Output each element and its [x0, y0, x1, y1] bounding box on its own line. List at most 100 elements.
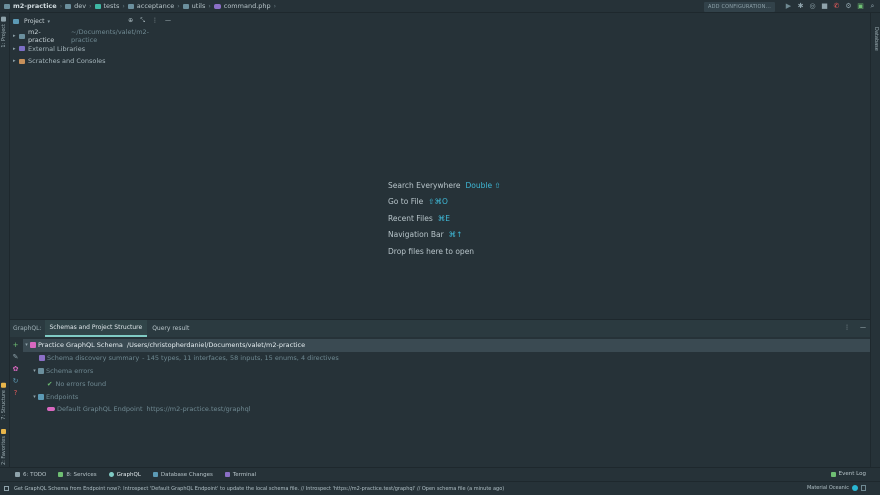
graphql-schema-tree: ▾ Practice GraphQL Schema /Users/christo… [23, 339, 870, 416]
php-file-icon [213, 3, 221, 9]
tree-item-endpoint[interactable]: Default GraphQL Endpoint https://m2-prac… [23, 403, 870, 416]
options-icon[interactable]: ⋮ [152, 17, 158, 25]
graphql-config-icon[interactable]: ✿ [12, 366, 19, 373]
tab-services[interactable]: 8: Services [58, 472, 97, 478]
navigation-bar: m2-practice › dev › tests › acceptance › uti… [0, 0, 880, 13]
scratches-icon [19, 58, 25, 64]
project-view-selector[interactable]: Project [24, 18, 45, 25]
theme-indicator[interactable]: Material Oceanic [807, 485, 866, 491]
options-icon[interactable]: ⋮ [844, 324, 850, 331]
tree-item-schema-errors[interactable]: ▾ Schema errors [23, 365, 870, 378]
project-tool-tab[interactable]: 1: Project [1, 17, 7, 48]
tree-item-discovery-summary[interactable]: Schema discovery summary - 145 types, 11… [23, 352, 870, 365]
structure-icon [1, 383, 7, 388]
tree-item-endpoints[interactable]: ▾ Endpoints [23, 390, 870, 403]
folder-icon [94, 3, 101, 9]
database-icon [152, 472, 158, 477]
theme-color-icon [852, 485, 858, 491]
right-tool-stripe: Database [870, 13, 880, 467]
tree-item-m2-practice[interactable]: ▸ m2-practice ~/Documents/valet/m2-pract… [10, 28, 175, 44]
todo-icon [15, 472, 20, 477]
hint-navigation-bar: Navigation Bar ⌘↑ [388, 230, 463, 240]
phone-listener-icon[interactable]: ✆ [833, 3, 840, 10]
graphql-label: GraphQL: [13, 325, 42, 332]
breadcrumb-acceptance[interactable]: acceptance › [127, 2, 180, 10]
hint-recent-files: Recent Files ⌘E [388, 213, 451, 223]
left-tool-stripe: 1: Project 7: Structure 2: Favorites [0, 13, 10, 467]
collapse-icon[interactable]: ⤡ [140, 17, 145, 25]
summary-icon [39, 355, 45, 362]
graphql-side-toolbar: + ✎ ✿ ↻ ? [10, 337, 22, 468]
hint-go-to-file: Go to File ⇧⌘O [388, 197, 448, 207]
services-icon [58, 472, 64, 477]
star-icon [1, 429, 7, 434]
memory-indicator-icon [861, 485, 866, 491]
hint-drop-files: Drop files here to open [388, 246, 475, 256]
tree-item-no-errors: ✔ No errors found [47, 379, 107, 388]
tree-item-scratches[interactable]: ▸ Scratches and Consoles [10, 55, 175, 68]
chevron-down-icon[interactable]: ▾ [31, 368, 38, 374]
add-icon[interactable]: + [12, 342, 19, 349]
chevron-down-icon[interactable]: ▾ [31, 394, 38, 400]
folder-icon [4, 3, 10, 9]
breadcrumb-command-php[interactable]: command.php › [213, 2, 276, 10]
tool-windows-icon[interactable] [4, 486, 9, 491]
status-message[interactable]: Get GraphQL Schema from Endpoint now?: I… [14, 486, 504, 492]
breadcrumb-tests[interactable]: tests › [94, 2, 125, 10]
locate-icon[interactable]: ⊕ [128, 17, 133, 25]
hide-icon[interactable]: — [165, 17, 171, 25]
debug-icon[interactable]: ✱ [797, 3, 804, 10]
project-panel: Project ▾ ⊕ ⤡ ⋮ — ▸ m2-practice ~/Docume… [10, 13, 175, 318]
breadcrumb-utils[interactable]: utils › [182, 2, 211, 10]
run-toolbar: ADD CONFIGURATION... ▶ ✱ ◎ ■ ✆ ⚙ ▣ ⌕ [703, 1, 876, 12]
edit-icon[interactable]: ✎ [12, 354, 19, 361]
status-bar: Get GraphQL Schema from Endpoint now?: I… [0, 481, 880, 495]
run-icon[interactable]: ▶ [785, 3, 792, 10]
coverage-icon[interactable]: ◎ [809, 3, 816, 10]
folder-icon [65, 3, 72, 9]
folder-icon [38, 393, 44, 400]
hint-search-everywhere: Search Everywhere Double ⇧ [388, 180, 501, 190]
refresh-icon[interactable]: ↻ [12, 378, 19, 385]
layout-icon[interactable]: ▣ [857, 3, 864, 10]
library-icon [19, 46, 25, 52]
graphql-schema-icon [30, 342, 36, 349]
project-view-icon [13, 19, 19, 24]
stop-icon[interactable]: ■ [821, 3, 828, 10]
folder-icon [182, 3, 189, 9]
hide-icon[interactable]: — [860, 324, 866, 331]
endpoint-icon [47, 407, 55, 412]
folder-icon [38, 367, 44, 374]
settings-icon[interactable]: ⚙ [845, 3, 852, 10]
event-log-icon [830, 471, 836, 477]
tab-graphql[interactable]: GraphQL [108, 472, 141, 478]
favorites-tool-tab[interactable]: 2: Favorites [1, 429, 7, 465]
tab-event-log[interactable]: Event Log [830, 471, 866, 477]
structure-tool-tab[interactable]: 7: Structure [1, 383, 7, 420]
folder-icon [127, 3, 134, 9]
tab-database-changes[interactable]: Database Changes [152, 472, 213, 478]
project-icon [1, 17, 7, 22]
tab-schemas-and-project-structure[interactable]: Schemas and Project Structure [44, 320, 148, 337]
terminal-icon [224, 472, 230, 477]
tab-query-result[interactable]: Query result [147, 320, 194, 337]
graphql-icon [108, 472, 114, 477]
search-icon[interactable]: ⌕ [869, 3, 876, 10]
chevron-down-icon[interactable]: ▾ [48, 19, 51, 25]
graphql-tab-bar: GraphQL: Schemas and Project Structure Q… [10, 320, 870, 337]
breadcrumb-dev[interactable]: dev › [65, 2, 92, 10]
editor-empty-state: Search Everywhere Double ⇧ Go to File ⇧⌘… [388, 177, 501, 260]
breadcrumb-m2-practice[interactable]: m2-practice › [4, 2, 62, 10]
chevron-down-icon[interactable]: ▾ [23, 342, 30, 348]
database-tool-tab[interactable]: Database [873, 27, 879, 51]
help-icon[interactable]: ? [12, 390, 19, 397]
module-folder-icon [18, 33, 25, 39]
add-configuration-button[interactable]: ADD CONFIGURATION... [703, 1, 775, 12]
tab-todo[interactable]: 6: TODO [15, 472, 46, 478]
graphql-tool-window: GraphQL: Schemas and Project Structure Q… [10, 319, 870, 467]
check-icon: ✔ [47, 379, 53, 388]
tab-terminal[interactable]: Terminal [224, 472, 256, 478]
bottom-tool-tabs: 6: TODO 8: Services GraphQL Database Cha… [0, 467, 880, 481]
tree-item-schema-root[interactable]: ▾ Practice GraphQL Schema /Users/christo… [23, 339, 870, 352]
tree-item-external-libraries[interactable]: ▸ External Libraries [10, 43, 175, 56]
